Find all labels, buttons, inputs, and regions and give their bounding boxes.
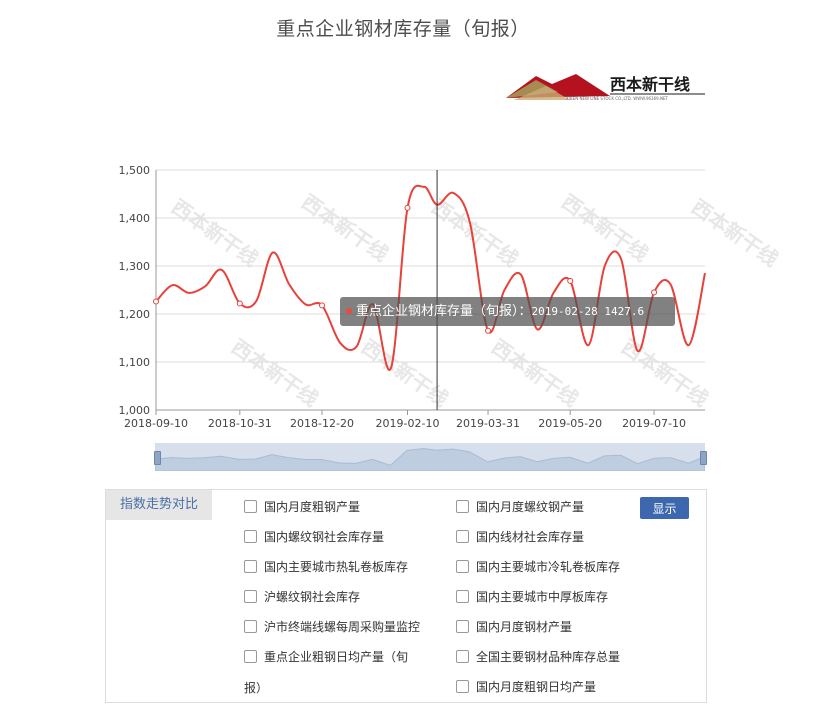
watermark-text: 西本新干线 [297, 189, 393, 266]
x-tick-label: 2018-09-10 [124, 417, 188, 430]
slider-mini-area [155, 448, 705, 471]
y-tick-label: 1,400 [119, 212, 151, 225]
data-point [319, 302, 326, 309]
y-tick-label: 1,500 [119, 164, 151, 177]
watermark-text: 西本新干线 [227, 334, 323, 411]
data-point [236, 300, 243, 307]
checkbox[interactable] [456, 680, 469, 693]
checkbox[interactable] [456, 530, 469, 543]
x-tick-label: 2019-03-31 [456, 417, 520, 430]
watermark-text: 西本新干线 [427, 194, 523, 271]
chart-tooltip: 重点企业钢材库存量（旬报）：2019-02-28 1427.6 [340, 297, 675, 326]
data-point [485, 327, 492, 334]
tooltip-series-marker [346, 308, 352, 314]
line-chart[interactable]: 西本新干线 西本新干线 西本新干线 西本新干线 西本新干线 西本新干线 西本新干线 西本新干线… [100, 150, 783, 440]
checkbox[interactable] [244, 500, 257, 513]
checkbox[interactable] [244, 590, 257, 603]
watermark-text: 西本新干线 [357, 334, 453, 411]
logo-text: 西本新干线 [610, 75, 690, 94]
checkbox[interactable] [244, 530, 257, 543]
watermark-text: 西本新干线 [167, 194, 263, 271]
data-point [404, 204, 411, 211]
compare-header: 指数走势对比 [106, 490, 212, 520]
logo-subtitle: XIBEN NEW LINE STOCK CO.,LTD. WWW.96369.… [566, 96, 668, 101]
data-point [567, 277, 574, 284]
checkbox[interactable] [456, 620, 469, 633]
checkbox[interactable] [456, 500, 469, 513]
watermark-text: 西本新干线 [617, 334, 713, 411]
x-tick-label: 2018-12-20 [290, 417, 354, 430]
tooltip-value: 2019-02-28 1427.6 [531, 305, 645, 318]
y-tick-label: 1,200 [119, 308, 151, 321]
brand-logo: 西本新干线 XIBEN NEW LINE STOCK CO.,LTD. WWW.… [506, 70, 706, 102]
x-tick-label: 2019-07-10 [622, 417, 686, 430]
compare-option-wrap: 报） [244, 681, 269, 695]
y-tick-label: 1,300 [119, 260, 151, 273]
checkbox[interactable] [456, 650, 469, 663]
y-tick-label: 1,000 [119, 404, 151, 417]
index-compare-panel: 指数走势对比 显示 国内月度粗钢产量 国内螺纹钢社会库存量 国内主要城市热轧卷板… [105, 489, 707, 703]
checkbox[interactable] [456, 560, 469, 573]
x-tick-label: 2018-10-31 [208, 417, 272, 430]
checkbox[interactable] [456, 590, 469, 603]
y-tick-label: 1,100 [119, 356, 151, 369]
data-point [651, 289, 658, 296]
data-point [153, 298, 159, 305]
watermark-text: 西本新干线 [557, 189, 653, 266]
page-title: 重点企业钢材库存量（旬报） [276, 18, 530, 40]
checkbox[interactable] [244, 620, 257, 633]
watermark-text: 西本新干线 [487, 334, 583, 411]
watermark-text: 西本新干线 [687, 194, 783, 271]
x-tick-label: 2019-02-10 [376, 417, 440, 430]
checkbox[interactable] [244, 560, 257, 573]
slider-right-handle[interactable] [700, 451, 707, 465]
show-button[interactable]: 显示 [640, 497, 689, 519]
x-tick-label: 2019-05-20 [538, 417, 602, 430]
slider-left-handle[interactable] [154, 451, 161, 465]
tooltip-series: 重点企业钢材库存量（旬报）： [356, 304, 532, 319]
data-zoom-slider[interactable] [154, 443, 707, 471]
checkbox[interactable] [244, 650, 257, 663]
